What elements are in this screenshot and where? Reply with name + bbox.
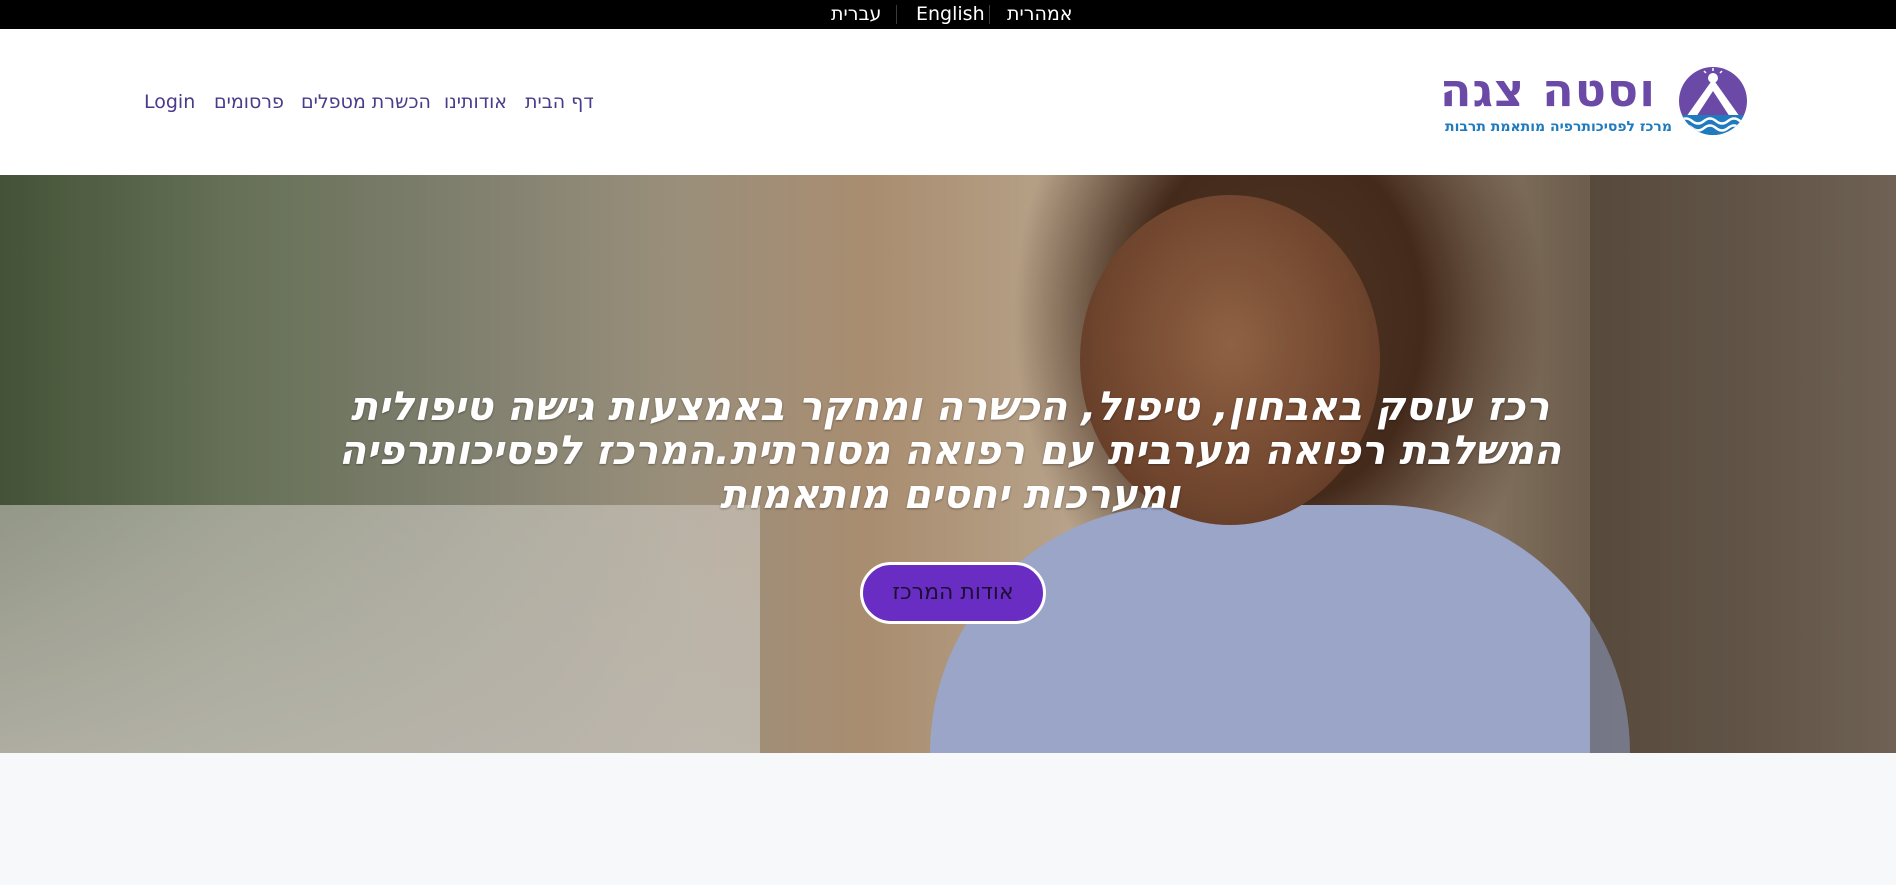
site-header: Login פרסומים הכשרת מטפלים אודותינו דף ה… <box>0 29 1896 175</box>
site-logo[interactable]: וסטה צגה מרכז לפסיכותרפיה מותאמת תרבות <box>1439 63 1748 143</box>
language-link-amharic[interactable]: אמהרית <box>1007 3 1072 25</box>
content-area <box>0 753 1896 885</box>
nav-about[interactable]: אודותינו <box>444 90 507 114</box>
nav-login[interactable]: Login <box>144 90 195 114</box>
language-link-english[interactable]: English <box>916 3 985 25</box>
hero-headline: רכז עוסק באבחון, טיפול, הכשרה ומחקר באמצ… <box>338 384 1562 518</box>
language-bar: עברית English אמהרית <box>0 0 1896 29</box>
hero-banner: רכז עוסק באבחון, טיפול, הכשרה ומחקר באמצ… <box>0 175 1896 753</box>
mountain-sun-waves-icon <box>1679 67 1747 135</box>
language-divider <box>989 5 990 24</box>
about-center-button[interactable]: אודות המרכז <box>860 562 1046 624</box>
language-link-hebrew[interactable]: עברית <box>831 3 881 25</box>
nav-publications[interactable]: פרסומים <box>214 90 284 114</box>
nav-training[interactable]: הכשרת מטפלים <box>301 90 431 114</box>
logo-name: וסטה צגה <box>1439 63 1656 117</box>
language-divider <box>896 5 897 24</box>
logo-tagline: מרכז לפסיכותרפיה מותאמת תרבות <box>1445 119 1672 135</box>
nav-home[interactable]: דף הבית <box>525 90 594 114</box>
